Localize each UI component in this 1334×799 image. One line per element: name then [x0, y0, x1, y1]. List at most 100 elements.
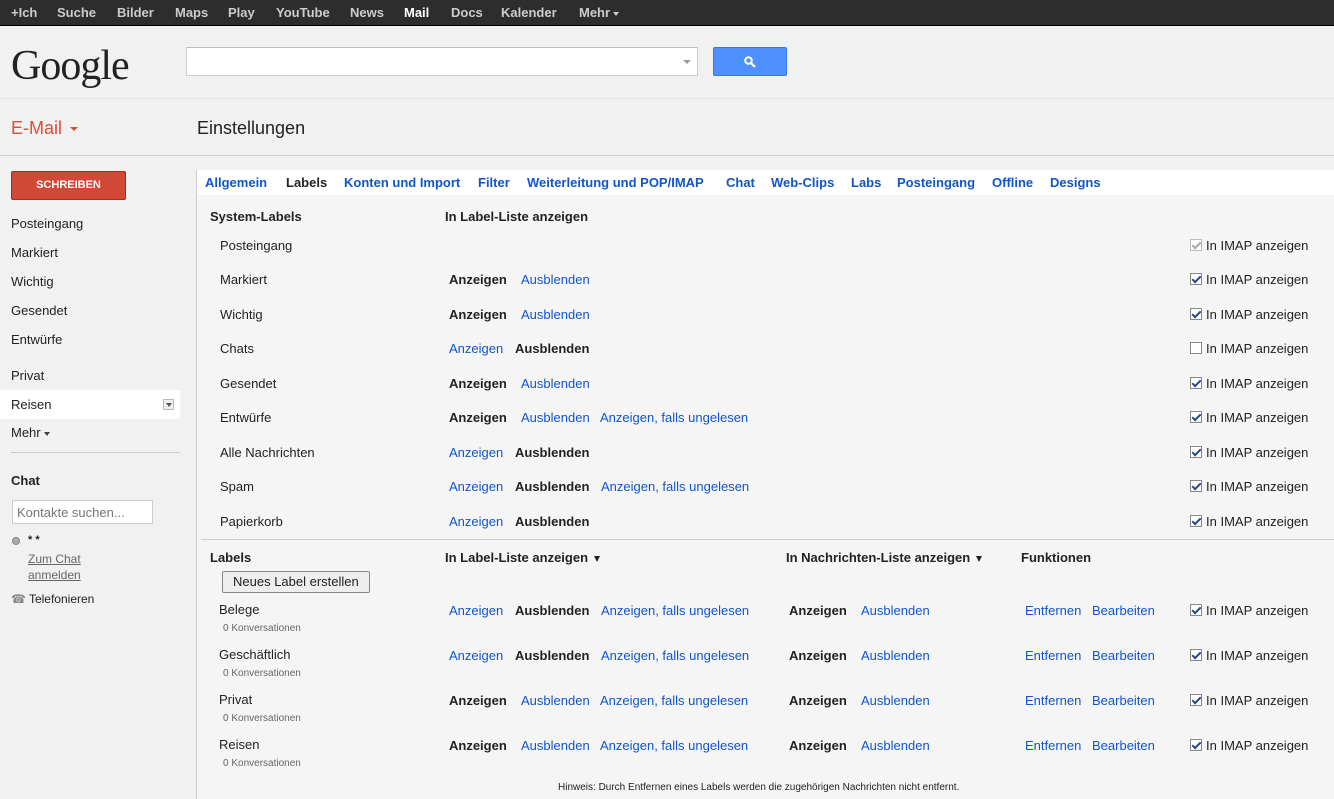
- edit-label-link[interactable]: Bearbeiten: [1092, 693, 1155, 708]
- remove-label-link[interactable]: Entfernen: [1025, 603, 1081, 618]
- remove-label-link[interactable]: Entfernen: [1025, 693, 1081, 708]
- google-logo[interactable]: Google: [11, 42, 130, 90]
- topbar-ich[interactable]: +Ich: [11, 5, 37, 20]
- nav-item-mehr[interactable]: Mehr: [0, 418, 180, 447]
- search-button[interactable]: [713, 47, 787, 76]
- nav-item-privat[interactable]: Privat: [0, 361, 180, 390]
- hide-link[interactable]: Ausblenden: [521, 410, 590, 425]
- show-link[interactable]: Anzeigen: [449, 479, 503, 494]
- nav-item-posteingang[interactable]: Posteingang: [0, 209, 180, 238]
- imap-toggle[interactable]: In IMAP anzeigen: [1190, 738, 1308, 753]
- imap-toggle[interactable]: In IMAP anzeigen: [1190, 272, 1308, 287]
- imap-toggle[interactable]: In IMAP anzeigen: [1190, 603, 1308, 618]
- tab-offline[interactable]: Offline: [992, 175, 1033, 190]
- imap-toggle[interactable]: In IMAP anzeigen: [1190, 410, 1308, 425]
- show-link[interactable]: Anzeigen: [449, 603, 503, 618]
- checkbox[interactable]: [1190, 342, 1202, 354]
- hide-link[interactable]: Ausblenden: [521, 738, 590, 753]
- nav-item-markiert[interactable]: Markiert: [0, 238, 180, 267]
- phone-link[interactable]: ☎ Telefonieren: [11, 592, 94, 606]
- checkbox[interactable]: [1190, 604, 1202, 616]
- show-link[interactable]: Anzeigen: [449, 514, 503, 529]
- msg-hide-link[interactable]: Ausblenden: [861, 648, 930, 663]
- checkbox[interactable]: [1190, 377, 1202, 389]
- imap-toggle[interactable]: In IMAP anzeigen: [1190, 238, 1308, 253]
- checkbox[interactable]: [1190, 239, 1202, 251]
- edit-label-link[interactable]: Bearbeiten: [1092, 603, 1155, 618]
- imap-toggle[interactable]: In IMAP anzeigen: [1190, 693, 1308, 708]
- tab-konten[interactable]: Konten und Import: [344, 175, 460, 190]
- msg-hide-link[interactable]: Ausblenden: [861, 738, 930, 753]
- edit-label-link[interactable]: Bearbeiten: [1092, 738, 1155, 753]
- imap-toggle[interactable]: In IMAP anzeigen: [1190, 479, 1308, 494]
- tab-filter[interactable]: Filter: [478, 175, 510, 190]
- remove-label-link[interactable]: Entfernen: [1025, 648, 1081, 663]
- hide-link[interactable]: Ausblenden: [521, 272, 590, 287]
- show-if-unread-link[interactable]: Anzeigen, falls ungelesen: [601, 603, 749, 618]
- remove-label-link[interactable]: Entfernen: [1025, 738, 1081, 753]
- imap-toggle[interactable]: In IMAP anzeigen: [1190, 341, 1308, 356]
- tab-allgemein[interactable]: Allgemein: [205, 175, 267, 190]
- topbar-maps[interactable]: Maps: [175, 5, 208, 20]
- topbar-play[interactable]: Play: [228, 5, 255, 20]
- tab-weiterleitung[interactable]: Weiterleitung und POP/IMAP: [527, 175, 704, 190]
- chat-signin-link[interactable]: Zum Chat anmelden: [28, 551, 108, 583]
- topbar-news[interactable]: News: [350, 5, 384, 20]
- tab-labs[interactable]: Labs: [851, 175, 881, 190]
- topbar-mail[interactable]: Mail: [404, 5, 429, 20]
- compose-button[interactable]: SCHREIBEN: [11, 171, 126, 200]
- checkbox[interactable]: [1190, 308, 1202, 320]
- topbar-bilder[interactable]: Bilder: [117, 5, 154, 20]
- chat-status[interactable]: [12, 535, 20, 547]
- show-link[interactable]: Anzeigen: [449, 648, 503, 663]
- checkbox[interactable]: [1190, 411, 1202, 423]
- tab-labels[interactable]: Labels: [286, 175, 327, 190]
- imap-toggle[interactable]: In IMAP anzeigen: [1190, 376, 1308, 391]
- show-link[interactable]: Anzeigen: [449, 341, 503, 356]
- msg-hide-link[interactable]: Ausblenden: [861, 693, 930, 708]
- tab-chat[interactable]: Chat: [726, 175, 755, 190]
- topbar-kalender[interactable]: Kalender: [501, 5, 557, 20]
- topbar-docs[interactable]: Docs: [451, 5, 483, 20]
- hide-link[interactable]: Ausblenden: [521, 376, 590, 391]
- checkbox[interactable]: [1190, 515, 1202, 527]
- hide-link[interactable]: Ausblenden: [521, 307, 590, 322]
- nav-item-entwuerfe[interactable]: Entwürfe: [0, 325, 180, 354]
- checkbox[interactable]: [1190, 694, 1202, 706]
- imap-toggle[interactable]: In IMAP anzeigen: [1190, 648, 1308, 663]
- edit-label-link[interactable]: Bearbeiten: [1092, 648, 1155, 663]
- nav-item-wichtig[interactable]: Wichtig: [0, 267, 180, 296]
- search-options-icon[interactable]: [683, 60, 691, 64]
- show-link[interactable]: Anzeigen: [449, 445, 503, 460]
- imap-toggle[interactable]: In IMAP anzeigen: [1190, 307, 1308, 322]
- checkbox[interactable]: [1190, 446, 1202, 458]
- checkbox[interactable]: [1190, 649, 1202, 661]
- hide-link[interactable]: Ausblenden: [521, 693, 590, 708]
- create-label-button[interactable]: Neues Label erstellen: [222, 571, 370, 593]
- tab-webclips[interactable]: Web-Clips: [771, 175, 834, 190]
- tab-designs[interactable]: Designs: [1050, 175, 1101, 190]
- checkbox[interactable]: [1190, 739, 1202, 751]
- imap-toggle[interactable]: In IMAP anzeigen: [1190, 514, 1308, 529]
- show-if-unread-link[interactable]: Anzeigen, falls ungelesen: [600, 410, 748, 425]
- chat-search-input[interactable]: [12, 500, 153, 524]
- msg-hide-link[interactable]: Ausblenden: [861, 603, 930, 618]
- imap-toggle[interactable]: In IMAP anzeigen: [1190, 445, 1308, 460]
- message-list-column-header[interactable]: In Nachrichten-Liste anzeigen: [786, 550, 983, 565]
- search-input[interactable]: [187, 48, 667, 75]
- show-if-unread-link[interactable]: Anzeigen, falls ungelesen: [600, 693, 748, 708]
- checkbox[interactable]: [1190, 480, 1202, 492]
- topbar-youtube[interactable]: YouTube: [276, 5, 330, 20]
- nav-item-gesendet[interactable]: Gesendet: [0, 296, 180, 325]
- show-if-unread-link[interactable]: Anzeigen, falls ungelesen: [601, 479, 749, 494]
- checkbox[interactable]: [1190, 273, 1202, 285]
- nav-item-reisen[interactable]: Reisen: [0, 390, 180, 419]
- topbar-suche[interactable]: Suche: [57, 5, 96, 20]
- show-if-unread-link[interactable]: Anzeigen, falls ungelesen: [601, 648, 749, 663]
- label-list-column-header[interactable]: In Label-Liste anzeigen: [445, 550, 601, 565]
- topbar-mehr[interactable]: Mehr: [579, 5, 620, 20]
- app-switcher[interactable]: E-Mail: [11, 118, 79, 139]
- show-if-unread-link[interactable]: Anzeigen, falls ungelesen: [600, 738, 748, 753]
- label-menu-icon[interactable]: [163, 399, 174, 410]
- tab-posteingang[interactable]: Posteingang: [897, 175, 975, 190]
